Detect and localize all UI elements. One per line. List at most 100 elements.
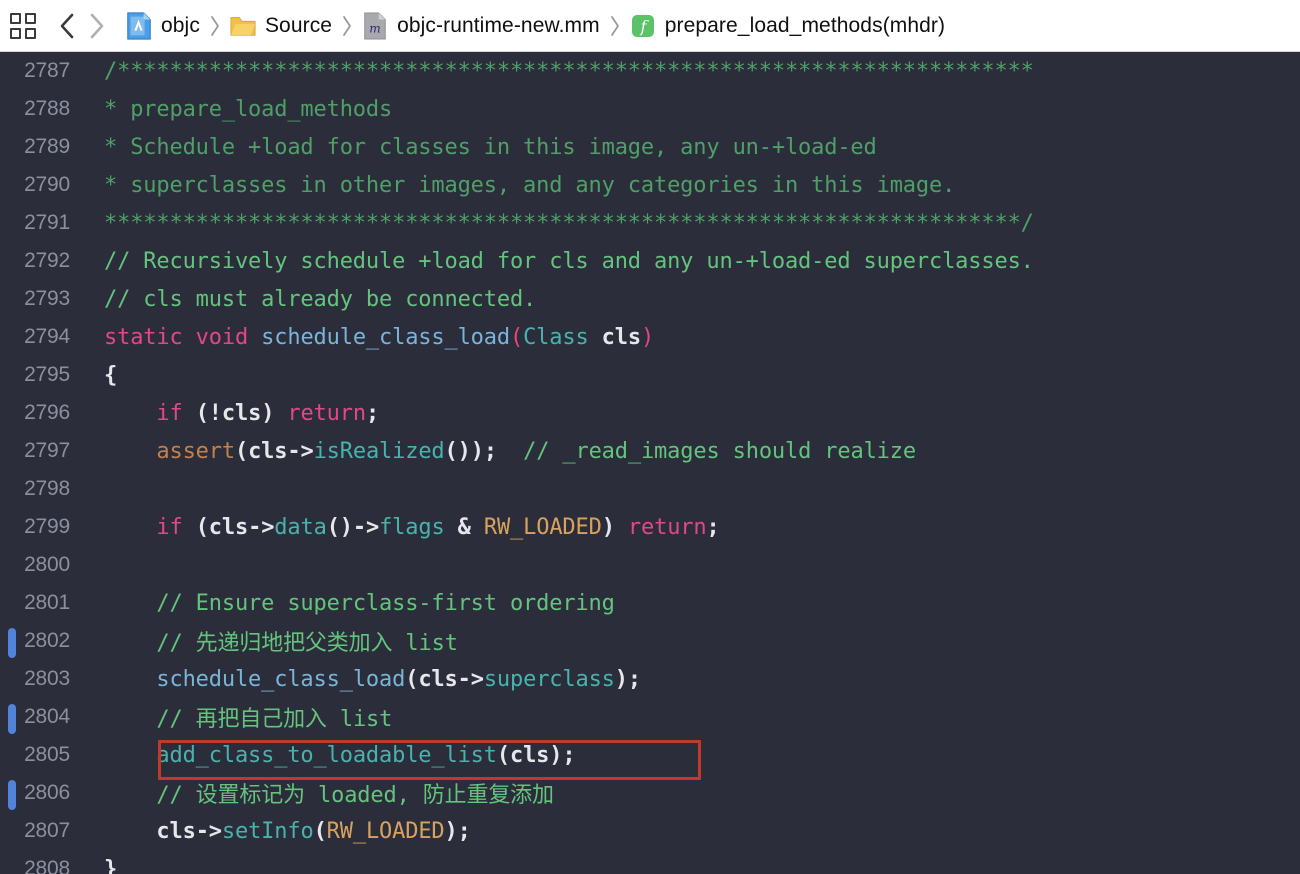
code-line[interactable]: 2798 (0, 470, 1300, 508)
line-number: 2799 (24, 515, 70, 538)
breadcrumb-label: objc (161, 14, 200, 37)
code-token: // 先递归地把父类加入 list (156, 631, 458, 656)
code-token: -> (287, 438, 314, 464)
code-token: ****************************************… (104, 210, 1034, 236)
code-token: static void (104, 324, 262, 350)
code-token: flags (379, 514, 445, 540)
code-line[interactable]: 2794 static void schedule_class_load(Clas… (0, 318, 1300, 356)
code-token: ; (706, 514, 720, 540)
code-text: if (cls->data()->flags & RW_LOADED) retu… (78, 515, 1300, 540)
code-token: -> (248, 514, 275, 540)
line-number: 2805 (24, 743, 70, 766)
code-line[interactable]: 2791 ************************************… (0, 204, 1300, 242)
line-number: 2802 (24, 629, 70, 652)
breadcrumb-label: prepare_load_methods(mhdr) (664, 14, 946, 37)
code-line[interactable]: 2795 { (0, 356, 1300, 394)
code-line[interactable]: 2797 assert(cls->isRealized()); // _read… (0, 432, 1300, 470)
line-number: 2789 (24, 135, 70, 158)
code-text: assert(cls->isRealized()); // _read_imag… (78, 439, 1300, 464)
code-line[interactable]: 2790 * superclasses in other images, and … (0, 166, 1300, 204)
code-editor[interactable]: 2787 /***********************************… (0, 52, 1300, 874)
back-button[interactable] (52, 9, 82, 43)
code-token: RW_LOADED (483, 514, 602, 540)
code-line[interactable]: 2788 * prepare_load_methods (0, 90, 1300, 128)
code-token: cls (221, 400, 262, 426)
line-number: 2804 (24, 705, 70, 728)
breadcrumb-label: objc-runtime-new.mm (397, 14, 600, 37)
code-line[interactable]: 2807 cls->setInfo(RW_LOADED); (0, 812, 1300, 850)
code-line[interactable]: 2787 /***********************************… (0, 52, 1300, 90)
code-token: (! (182, 400, 222, 426)
line-number: 2801 (24, 591, 70, 614)
breadcrumb-item-project[interactable]: objc (124, 9, 202, 43)
code-line[interactable]: 2799 if (cls->data()->flags & RW_LOADED)… (0, 508, 1300, 546)
code-line[interactable]: 2806 // 设置标记为 loaded, 防止重复添加 (0, 774, 1300, 812)
code-token: RW_LOADED (326, 818, 445, 844)
code-line[interactable]: 2803 schedule_class_load(cls->superclass… (0, 660, 1300, 698)
breadcrumb-label: Source (264, 14, 333, 37)
code-line-container[interactable]: 2787 /***********************************… (0, 52, 1300, 874)
code-text: /***************************************… (78, 59, 1300, 84)
code-token: // 再把自己加入 list (156, 707, 393, 732)
code-token: return (287, 400, 366, 426)
grid-cell (25, 12, 36, 24)
code-token: isRealized (313, 438, 445, 464)
line-number: 2791 (24, 211, 70, 234)
code-token: add_class_to_loadable_list (156, 742, 497, 768)
chevron-right-icon (90, 13, 104, 38)
code-text: * superclasses in other images, and any … (78, 173, 1300, 198)
xcode-project-icon (127, 11, 151, 40)
code-token: cls (208, 514, 249, 540)
code-line[interactable]: 2793 // cls must already be connected. (0, 280, 1300, 318)
grid-cell (25, 27, 36, 39)
code-line[interactable]: 2789 * Schedule +load for classes in this… (0, 128, 1300, 166)
code-token: // cls must already be connected. (104, 286, 537, 312)
code-line[interactable]: 2801 // Ensure superclass-first ordering (0, 584, 1300, 622)
code-token: ( (509, 324, 524, 350)
code-text: // Ensure superclass-first ordering (78, 591, 1300, 616)
code-token: ( (313, 818, 327, 844)
code-line[interactable]: 2805 add_class_to_loadable_list(cls); (0, 736, 1300, 774)
function-symbol-icon: f (631, 14, 654, 37)
grid-view-icon[interactable] (10, 12, 38, 40)
code-token: ( (234, 438, 249, 464)
code-line[interactable]: 2800 (0, 546, 1300, 584)
breadcrumb-item-symbol[interactable]: f prepare_load_methods(mhdr) (628, 9, 947, 43)
forward-button[interactable] (82, 9, 112, 43)
code-text: * Schedule +load for classes in this ima… (78, 135, 1300, 160)
code-text: } (78, 857, 1300, 874)
code-line[interactable]: 2802 // 先递归地把父类加入 list (0, 622, 1300, 660)
code-token: ); (614, 666, 641, 692)
code-line[interactable]: 2796 if (!cls) return; (0, 394, 1300, 432)
line-number: 2792 (24, 249, 70, 272)
code-line[interactable]: 2804 // 再把自己加入 list (0, 698, 1300, 736)
breadcrumb-item-folder[interactable]: Source (228, 9, 334, 43)
code-token: schedule_class_load (156, 666, 406, 692)
chevron-right-icon (343, 15, 351, 36)
objective-c-file-icon: m (364, 11, 386, 40)
chevron-left-icon (60, 13, 74, 38)
code-text: // Recursively schedule +load for cls an… (78, 249, 1300, 274)
line-number: 2797 (24, 439, 70, 462)
breadcrumb-item-file[interactable]: m objc-runtime-new.mm (360, 9, 602, 43)
jump-bar: objc Source m objc-runtime-new.mm f prep… (0, 0, 1300, 52)
code-line[interactable]: 2792 // Recursively schedule +load for cl… (0, 242, 1300, 280)
code-token: ()-> (326, 514, 380, 540)
code-line[interactable]: 2808} (0, 850, 1300, 874)
line-number: 2808 (24, 857, 70, 874)
code-token: ) (261, 400, 288, 426)
code-text: ****************************************… (78, 211, 1300, 236)
code-token: cls (418, 666, 458, 692)
code-token: -> (195, 818, 222, 844)
chevron-right-icon (211, 15, 219, 36)
code-token: return (627, 514, 707, 540)
line-number: 2796 (24, 401, 70, 424)
code-text: add_class_to_loadable_list(cls); (78, 743, 1300, 768)
